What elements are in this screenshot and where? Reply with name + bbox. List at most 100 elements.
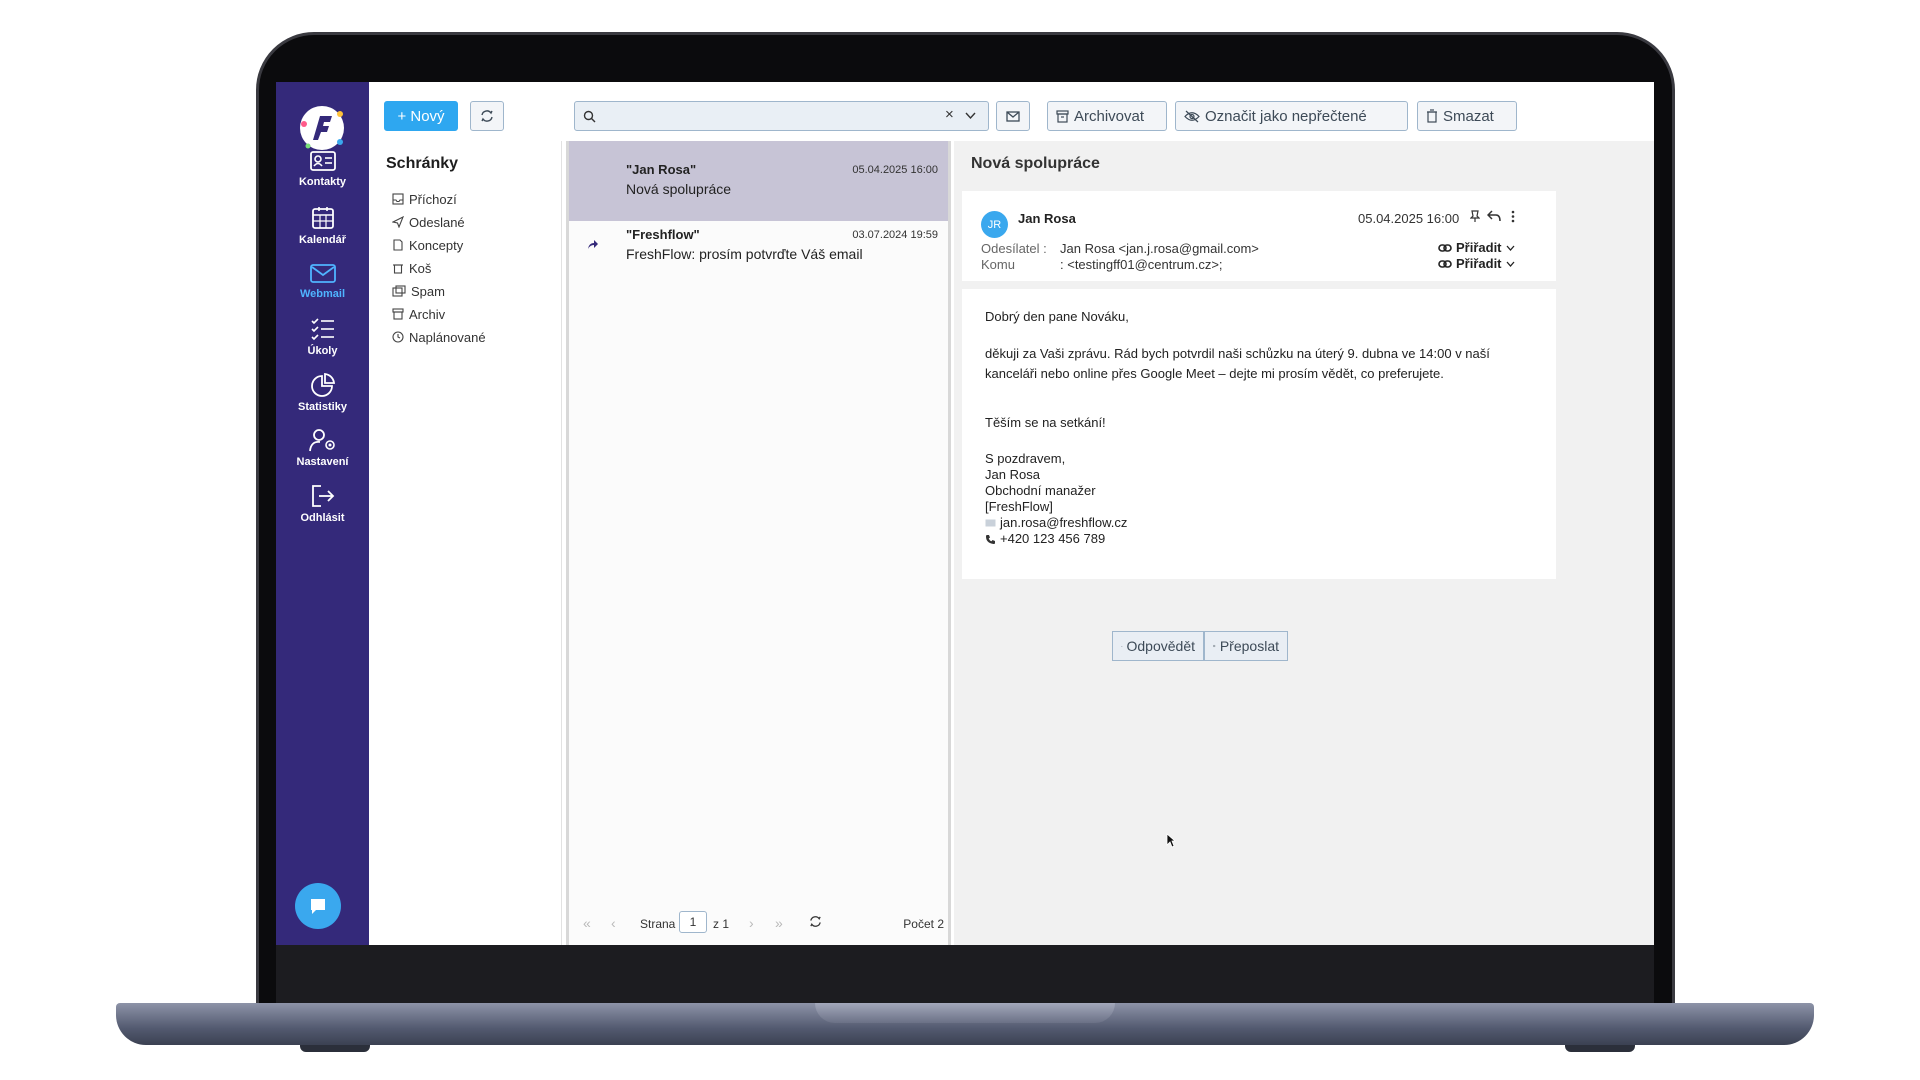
- assign-recipient-dropdown[interactable]: Přiřadit: [1438, 256, 1515, 271]
- reply-label: Odpovědět: [1126, 638, 1196, 654]
- mailbox-label: Koncepty: [409, 237, 464, 253]
- phone-icon: [986, 534, 995, 544]
- mailbox-drafts[interactable]: Koncepty: [392, 235, 463, 255]
- spam-icon: [392, 285, 406, 297]
- chat-button[interactable]: [295, 883, 341, 929]
- mark-unread-label: Označit jako nepřečtené: [1205, 107, 1367, 125]
- laptop-notch: [815, 1003, 1115, 1023]
- nav-statistiky[interactable]: Statistiky: [276, 372, 369, 434]
- nav-label: Úkoly: [307, 345, 338, 357]
- nav-webmail[interactable]: Webmail: [276, 261, 369, 323]
- search-input[interactable]: [603, 106, 933, 126]
- delete-label: Smazat: [1443, 107, 1494, 125]
- signature-phone-text: +420 123 456 789: [1000, 531, 1106, 546]
- screen: Kontakty Kalendář Webmail Úkoly Statisti…: [276, 82, 1654, 945]
- page-of-label: z 1: [713, 917, 730, 931]
- mouse-cursor-icon: [1166, 833, 1176, 848]
- envelope-icon: [1006, 110, 1020, 122]
- sender-name: Jan Rosa: [1018, 211, 1076, 226]
- link-icon: [1438, 243, 1452, 252]
- mailbox-spam[interactable]: Spam: [392, 281, 445, 301]
- first-page-icon[interactable]: «: [583, 915, 591, 931]
- archive-icon: [392, 308, 404, 320]
- last-page-icon[interactable]: »: [775, 915, 783, 931]
- mailbox-label: Příchozí: [409, 191, 457, 207]
- webmail-app: + Nový × Archivovat Označit jako nepřečt…: [369, 91, 1654, 945]
- pin-icon[interactable]: [1470, 210, 1480, 223]
- forward-label: Přeposlat: [1219, 638, 1279, 654]
- message-body: Dobrý den pane Nováku, děkuji za Vaši zp…: [962, 289, 1556, 579]
- mark-unread-button[interactable]: Označit jako nepřečtené: [1175, 101, 1408, 131]
- message-from: "Freshflow": [626, 227, 700, 242]
- contacts-icon: [309, 151, 336, 171]
- page-input[interactable]: 1: [679, 911, 707, 933]
- nav-label: Statistiky: [298, 401, 347, 413]
- nav-nastaveni[interactable]: Nastavení: [276, 427, 369, 489]
- chevron-down-icon[interactable]: [965, 112, 976, 120]
- app-logo-icon[interactable]: [296, 102, 348, 154]
- nav-odhlasit[interactable]: Odhlásit: [276, 483, 369, 545]
- nav-kontakty[interactable]: Kontakty: [276, 149, 369, 211]
- trash-icon: [393, 264, 403, 274]
- nav-kalendar[interactable]: Kalendář: [276, 205, 369, 267]
- pie-chart-icon: [310, 373, 335, 397]
- laptop-foot: [300, 1045, 370, 1052]
- document-icon: [393, 239, 403, 251]
- mailbox-archive[interactable]: Archiv: [392, 304, 445, 324]
- mailbox-title: Schránky: [386, 155, 459, 172]
- message-title: Nová spolupráce: [971, 155, 1100, 172]
- more-icon[interactable]: [1511, 210, 1515, 223]
- clear-icon[interactable]: ×: [945, 106, 954, 123]
- mailbox-label: Naplánované: [409, 329, 486, 345]
- send-icon: [392, 216, 404, 228]
- mailbox-panel: Schránky Příchozí Odeslané Koncepty Koš …: [369, 141, 562, 945]
- logout-icon: [311, 485, 334, 507]
- message-from: "Jan Rosa": [626, 162, 697, 177]
- sidebar: Kontakty Kalendář Webmail Úkoly Statisti…: [276, 82, 369, 945]
- pagination: « ‹ Strana 1 z 1 › » Počet 2: [569, 911, 948, 937]
- refresh-button[interactable]: [470, 101, 504, 131]
- mailbox-scheduled[interactable]: Naplánované: [392, 327, 486, 347]
- nav-label: Nastavení: [296, 456, 349, 468]
- message-date: 05.04.2025 16:00: [1358, 211, 1460, 226]
- message-subject: Nová spolupráce: [626, 181, 732, 197]
- new-message-button[interactable]: + Nový: [384, 101, 458, 131]
- mail-filter-button[interactable]: [996, 101, 1030, 131]
- reply-button[interactable]: Odpovědět: [1112, 631, 1204, 661]
- nav-label: Kalendář: [298, 234, 347, 246]
- signature-phone: +420 123 456 789: [985, 529, 1545, 549]
- chat-icon: [311, 899, 325, 914]
- archive-label: Archivovat: [1074, 107, 1145, 125]
- message-reader: Nová spolupráce JR Jan Rosa 05.04.2025 1…: [954, 141, 1654, 945]
- user-settings-icon: [308, 429, 335, 452]
- nav-label: Kontakty: [298, 176, 347, 188]
- mailbox-label: Koš: [409, 260, 432, 276]
- mailbox-sent[interactable]: Odeslané: [392, 212, 465, 232]
- body-greeting: Dobrý den pane Nováku,: [985, 309, 1129, 324]
- mailbox-inbox[interactable]: Příchozí: [392, 189, 457, 209]
- mailbox-label: Spam: [411, 283, 445, 299]
- body-paragraph: děkuji za Vaši zprávu. Rád bych potvrdil…: [985, 346, 1490, 381]
- reply-icon[interactable]: [1487, 210, 1501, 222]
- message-list: "Jan Rosa" Nová spolupráce 05.04.2025 16…: [566, 141, 951, 945]
- assign-label: Přiřadit: [1456, 240, 1502, 255]
- chevron-down-icon: [1506, 261, 1515, 267]
- mailbox-trash[interactable]: Koš: [392, 258, 431, 278]
- assign-sender-dropdown[interactable]: Přiřadit: [1438, 240, 1515, 255]
- message-row[interactable]: "Freshflow" FreshFlow: prosím potvrďte V…: [569, 206, 948, 286]
- message-subject: FreshFlow: prosím potvrďte Váš email: [626, 246, 863, 262]
- forward-button[interactable]: Přeposlat: [1204, 631, 1288, 661]
- refresh-icon[interactable]: [809, 915, 822, 928]
- nav-label: Odhlásit: [300, 512, 345, 524]
- archive-icon: [1056, 109, 1069, 123]
- forwarded-icon: [588, 240, 598, 249]
- archive-button[interactable]: Archivovat: [1047, 101, 1167, 131]
- prev-page-icon[interactable]: ‹: [611, 915, 616, 931]
- mail-icon: [309, 264, 336, 283]
- reply-icon: [1121, 645, 1123, 647]
- message-header-card: JR Jan Rosa 05.04.2025 16:00 Odesílatel …: [962, 191, 1556, 281]
- next-page-icon[interactable]: ›: [749, 915, 754, 931]
- nav-ukoly[interactable]: Úkoly: [276, 316, 369, 378]
- from-label: Odesílatel :: [981, 241, 1047, 256]
- delete-button[interactable]: Smazat: [1417, 101, 1517, 131]
